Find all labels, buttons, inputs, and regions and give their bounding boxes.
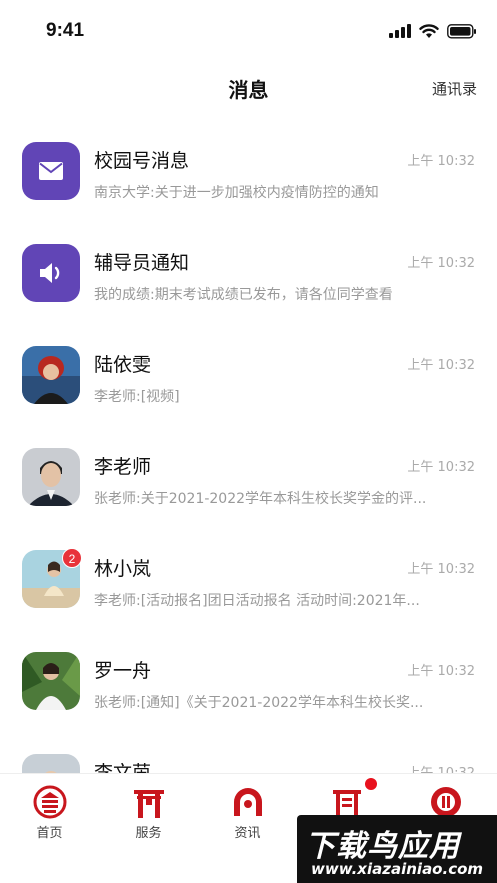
- tab-label: 资讯: [234, 826, 261, 841]
- photo-avatar: [22, 346, 80, 404]
- message-time: 上午 10:32: [407, 358, 475, 373]
- message-name: 辅导员通知: [94, 252, 190, 274]
- photo-avatar: [22, 652, 80, 710]
- message-preview: 张老师:[通知]《关于2021-2022学年本科生校长奖...: [94, 695, 424, 711]
- message-item-contact[interactable]: 李文茵 上午 10:32: [0, 730, 497, 773]
- message-time: 上午 10:32: [407, 562, 475, 577]
- news-icon: [234, 788, 262, 816]
- photo-avatar: [22, 754, 80, 773]
- navigation-bar: 消息 通讯录: [0, 60, 497, 116]
- avatar: [22, 142, 80, 200]
- message-time: 上午 10:32: [407, 762, 475, 773]
- message-item-counselor[interactable]: 辅导员通知 上午 10:32 我的成绩:期末考试成绩已发布，请各位同学查看: [0, 220, 497, 322]
- message-preview: 李老师:[活动报名]团日活动报名 活动时间:2021年...: [94, 593, 420, 609]
- home-emblem-icon: [33, 785, 67, 819]
- watermark: 下载鸟应用 www.xiazainiao.com: [297, 815, 497, 883]
- message-name: 罗一舟: [94, 660, 152, 682]
- tab-services[interactable]: 服务: [99, 774, 198, 864]
- gate-icon: [134, 790, 164, 818]
- message-name: 校园号消息: [94, 150, 190, 172]
- status-time: 9:41: [46, 20, 85, 41]
- message-item-campus[interactable]: 校园号消息 上午 10:32 南京大学:关于进一步加强校内疫情防控的通知: [0, 118, 497, 220]
- message-item-contact[interactable]: 李老师 上午 10:32 张老师:关于2021-2022学年本科生校长奖学金的评…: [0, 424, 497, 526]
- tab-label: 首页: [36, 826, 63, 841]
- page-title: 消息: [228, 78, 269, 102]
- message-preview: 李老师:[视频]: [94, 389, 180, 405]
- message-name: 李文茵: [94, 762, 152, 773]
- message-preview: 我的成绩:期末考试成绩已发布，请各位同学查看: [94, 287, 393, 303]
- message-time: 上午 10:32: [407, 460, 475, 475]
- message-name: 李老师: [94, 456, 152, 478]
- message-time: 上午 10:32: [407, 256, 475, 271]
- mail-icon: [39, 162, 63, 180]
- unread-badge: 2: [62, 548, 82, 568]
- watermark-url: www.xiazainiao.com: [311, 860, 484, 878]
- status-bar: 9:41: [0, 0, 497, 60]
- message-time: 上午 10:32: [407, 154, 475, 169]
- message-item-contact[interactable]: 罗一舟 上午 10:32 张老师:[通知]《关于2021-2022学年本科生校长…: [0, 628, 497, 730]
- speaker-icon: [40, 263, 60, 283]
- message-name: 林小岚: [94, 558, 152, 580]
- message-item-contact[interactable]: 林小岚 上午 10:32 李老师:[活动报名]团日活动报名 活动时间:2021年…: [0, 526, 497, 628]
- watermark-title: 下载鸟应用: [305, 829, 460, 864]
- status-icons: [389, 22, 477, 40]
- tab-news[interactable]: 资讯: [198, 774, 297, 864]
- message-preview: 张老师:关于2021-2022学年本科生校长奖学金的评...: [94, 491, 427, 507]
- contacts-button[interactable]: 通讯录: [432, 78, 477, 99]
- message-name: 陆依雯: [94, 354, 152, 376]
- tab-label: 服务: [135, 826, 162, 841]
- photo-avatar: [22, 448, 80, 506]
- notification-dot: [365, 778, 377, 790]
- message-time: 上午 10:32: [407, 664, 475, 679]
- signal-icon: [389, 24, 411, 38]
- message-preview: 南京大学:关于进一步加强校内疫情防控的通知: [94, 185, 379, 201]
- battery-icon: [447, 23, 476, 39]
- wifi-icon: [419, 23, 439, 38]
- avatar: [22, 244, 80, 302]
- tab-home[interactable]: 首页: [0, 774, 99, 864]
- message-item-contact[interactable]: 陆依雯 上午 10:32 李老师:[视频]: [0, 322, 497, 424]
- message-list[interactable]: 校园号消息 上午 10:32 南京大学:关于进一步加强校内疫情防控的通知 辅导员…: [0, 118, 497, 773]
